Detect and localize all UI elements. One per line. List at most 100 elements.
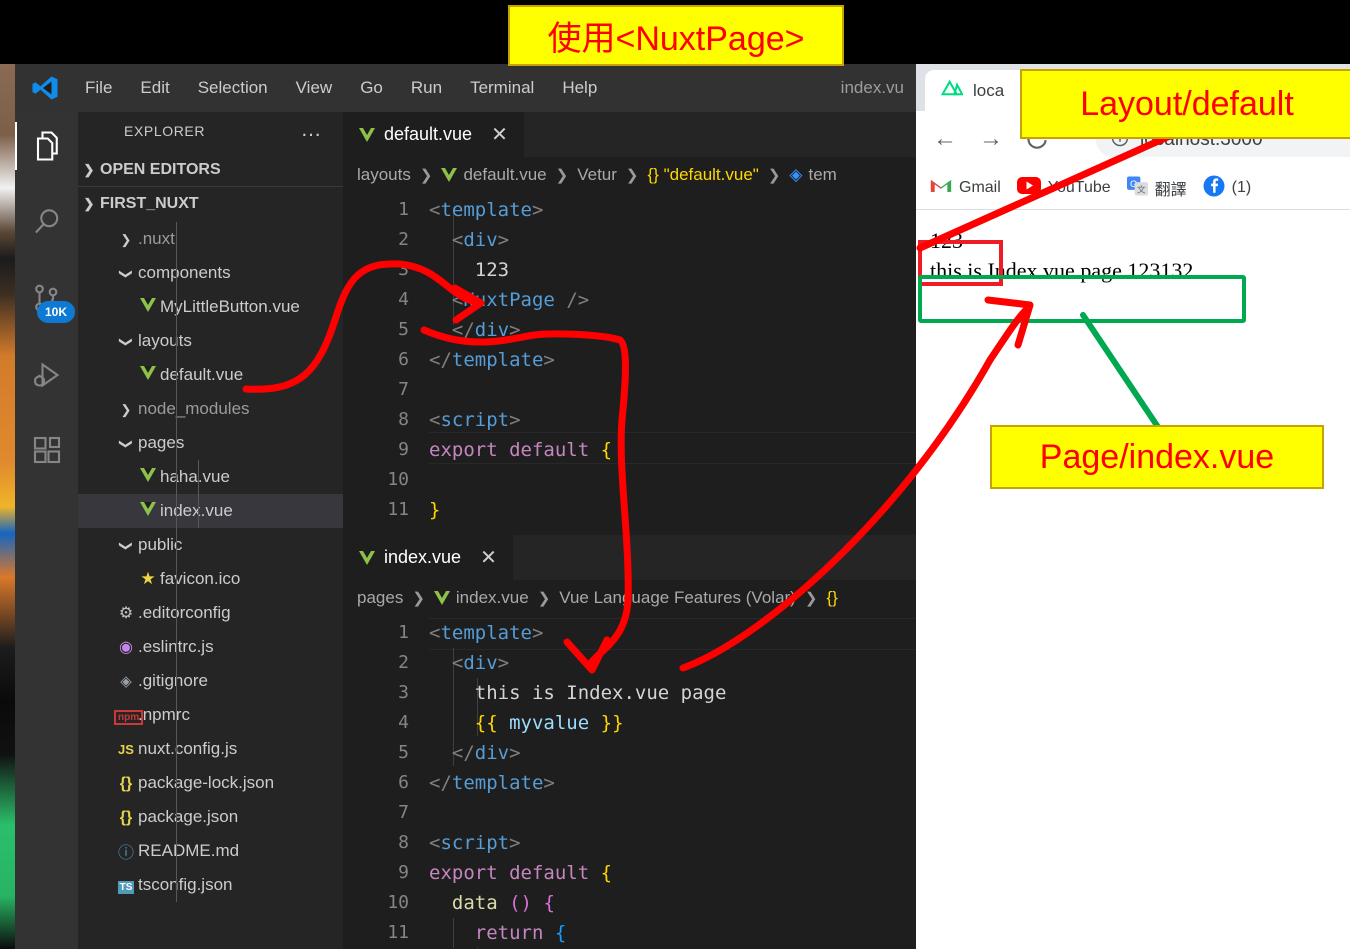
extensions-icon[interactable] — [29, 432, 65, 468]
code-line[interactable]: </template> — [429, 345, 555, 375]
tree-item-readme-md[interactable]: ⓘREADME.md — [78, 834, 379, 868]
tab-index-vue[interactable]: index.vue ✕ — [343, 535, 513, 580]
tree-item-layouts[interactable]: ❯layouts — [78, 324, 379, 358]
explorer-icon[interactable] — [29, 128, 65, 164]
bookmark-facebook[interactable]: (1) — [1203, 175, 1252, 202]
vscode-menubar[interactable]: File Edit Selection View Go Run Terminal… — [71, 64, 611, 112]
tree-item--gitignore[interactable]: ◈.gitignore — [78, 664, 379, 698]
vue-icon — [434, 591, 450, 605]
tree-item--eslintrc-js[interactable]: ◉.eslintrc.js — [78, 630, 379, 664]
tree-item-package-lock-json[interactable]: {}package-lock.json — [78, 766, 379, 800]
menu-file[interactable]: File — [71, 64, 126, 112]
breadcrumb-item-3[interactable]: {} — [826, 588, 837, 608]
cube-icon: ◈ — [789, 165, 802, 185]
vue-icon — [140, 468, 156, 482]
code-line[interactable]: this is Index.vue page — [429, 678, 726, 708]
menu-edit[interactable]: Edit — [126, 64, 183, 112]
line-number: 4 — [361, 285, 409, 315]
code-line[interactable]: </div> — [429, 315, 521, 345]
run-debug-icon[interactable] — [29, 357, 65, 393]
breadcrumb-item-0[interactable]: pages — [357, 588, 403, 608]
tree-item--nuxt[interactable]: ❯.nuxt — [78, 222, 379, 256]
code-line[interactable]: } — [429, 495, 440, 525]
menu-run[interactable]: Run — [397, 64, 456, 112]
code-line[interactable]: <div> — [429, 225, 509, 255]
workspace-root[interactable]: ❯ FIRST_NUXT — [78, 188, 343, 220]
breadcrumb-item-3[interactable]: {} "default.vue" — [648, 165, 759, 185]
code-line[interactable]: return { — [429, 918, 566, 948]
code-line[interactable]: <script> — [429, 405, 521, 435]
open-editors-section[interactable]: ❯ OPEN EDITORS — [78, 154, 343, 186]
tree-item-components[interactable]: ❯components — [78, 256, 379, 290]
chevron-right-icon: ❯ — [78, 162, 100, 178]
line-number: 3 — [361, 678, 409, 708]
search-icon[interactable] — [29, 204, 65, 240]
menu-terminal[interactable]: Terminal — [456, 64, 548, 112]
tree-item-label: nuxt.config.js — [138, 739, 237, 759]
breadcrumb-item-1[interactable]: index.vue — [456, 588, 529, 608]
breadcrumb-top[interactable]: layouts ❯ default.vue ❯ Vetur ❯ {} "defa… — [357, 159, 837, 191]
code-line[interactable]: {{ myvalue }} — [429, 708, 624, 738]
background-window-sliver — [0, 64, 15, 949]
code-line[interactable]: export default { — [429, 435, 612, 465]
gear-icon: ⚙ — [119, 605, 133, 622]
chevron-down-icon: ❯ — [118, 433, 134, 455]
star-icon: ★ — [140, 569, 155, 588]
close-icon[interactable]: ✕ — [491, 122, 508, 147]
menu-selection[interactable]: Selection — [184, 64, 282, 112]
line-number: 6 — [361, 345, 409, 375]
line-number: 9 — [361, 435, 409, 465]
line-number: 2 — [361, 648, 409, 678]
code-line[interactable]: <div> — [429, 648, 509, 678]
menu-view[interactable]: View — [282, 64, 347, 112]
breadcrumb-item-2[interactable]: Vue Language Features (Volar) — [559, 588, 796, 608]
tree-item--npmrc[interactable]: npm.npmrc — [78, 698, 379, 732]
tree-item-pages[interactable]: ❯pages — [78, 426, 379, 460]
code-line[interactable]: export default { — [429, 858, 612, 888]
annotation-page-box: Page/index.vue — [990, 425, 1324, 489]
tree-item-label: components — [138, 263, 231, 283]
close-icon[interactable]: ✕ — [480, 545, 497, 570]
tree-item-package-json[interactable]: {}package.json — [78, 800, 379, 834]
code-line[interactable]: </template> — [429, 768, 555, 798]
line-number: 6 — [361, 768, 409, 798]
explorer-more-actions-icon[interactable]: … — [301, 118, 324, 142]
code-line[interactable]: <template> — [429, 618, 543, 648]
tree-item-label: package-lock.json — [138, 773, 274, 793]
breadcrumb-bottom[interactable]: pages ❯ index.vue ❯ Vue Language Feature… — [357, 582, 838, 614]
menu-help[interactable]: Help — [548, 64, 611, 112]
bookmark-gmail[interactable]: Gmail — [930, 177, 1001, 199]
bookmark-youtube[interactable]: YouTube — [1017, 177, 1111, 199]
tree-item-label: layouts — [138, 331, 192, 351]
bookmark-label: 翻譯 — [1155, 176, 1187, 200]
annotation-layout-box: Layout/default — [1020, 69, 1350, 139]
code-line[interactable]: <NuxtPage /> — [429, 285, 589, 315]
tab-default-vue[interactable]: default.vue ✕ — [343, 112, 524, 157]
code-line[interactable]: <template> — [429, 195, 543, 225]
forward-button[interactable]: → — [974, 122, 1008, 156]
tree-item--editorconfig[interactable]: ⚙.editorconfig — [78, 596, 379, 630]
tree-item-tsconfig-json[interactable]: TStsconfig.json — [78, 868, 379, 902]
breadcrumb-item-4[interactable]: tem — [808, 165, 836, 185]
breadcrumb-item-2[interactable]: Vetur — [577, 165, 617, 185]
breadcrumb-item-0[interactable]: layouts — [357, 165, 411, 185]
line-number: 8 — [361, 405, 409, 435]
code-line[interactable]: </div> — [429, 738, 521, 768]
chevron-down-icon: ❯ — [118, 263, 134, 285]
tree-item-nuxt-config-js[interactable]: JSnuxt.config.js — [78, 732, 379, 766]
tree-item-label: .npmrc — [138, 705, 190, 725]
vscode-logo-icon — [31, 75, 59, 101]
code-line[interactable]: <script> — [429, 828, 521, 858]
tree-item-public[interactable]: ❯public — [78, 528, 379, 562]
bookmark-translate[interactable]: G文 翻譯 — [1127, 176, 1187, 201]
breadcrumb-item-1[interactable]: default.vue — [463, 165, 546, 185]
tree-item-node-modules[interactable]: ❯node_modules — [78, 392, 379, 426]
activity-active-indicator — [15, 122, 17, 170]
code-line[interactable]: 123 — [429, 255, 509, 285]
code-line[interactable]: data () { — [429, 888, 555, 918]
back-button[interactable]: ← — [928, 122, 962, 156]
line-number: 11 — [361, 918, 409, 948]
chevron-right-icon: ❯ — [412, 589, 425, 607]
line-number: 1 — [361, 618, 409, 648]
menu-go[interactable]: Go — [346, 64, 397, 112]
